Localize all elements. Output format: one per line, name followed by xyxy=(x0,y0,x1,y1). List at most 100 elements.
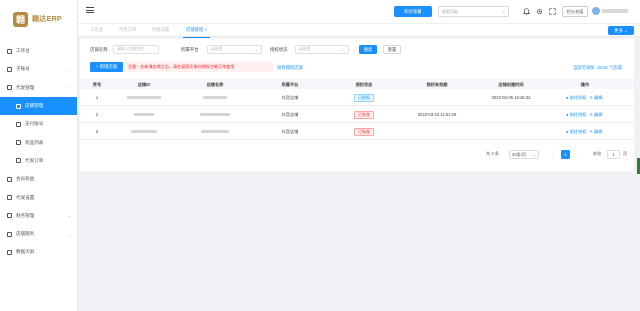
row-actions: ● 前往授权 ✎ 编辑 xyxy=(566,95,603,101)
gear-icon[interactable] xyxy=(535,7,543,15)
shop-name-redacted xyxy=(200,113,230,116)
reset-button[interactable]: 重置 xyxy=(383,45,401,54)
chevron-icon: ⌃ xyxy=(67,85,71,91)
account-button[interactable]: 积分充值 xyxy=(562,6,588,17)
desktop-icon xyxy=(7,48,12,54)
chevron-down-icon: ⌄ xyxy=(532,152,536,157)
sidebar-item-4[interactable]: 支付账号 xyxy=(0,115,77,133)
search-icon: ⌕ xyxy=(502,9,505,14)
sidebar-item-1[interactable]: 子账号 ⌄ xyxy=(0,60,77,78)
tab-label: 店铺管理 xyxy=(186,27,204,32)
menu-toggle-icon[interactable] xyxy=(86,7,94,13)
function-search-input[interactable]: 搜索功能 ⌕ xyxy=(438,6,509,17)
username[interactable] xyxy=(602,9,628,13)
auth-status-label: 授权状态 xyxy=(270,47,288,52)
page-1-button[interactable]: 1 xyxy=(561,150,570,159)
status-badge: 已失效 xyxy=(354,127,374,136)
auth-status-select[interactable]: 请选择 ⌄ xyxy=(295,45,349,54)
sidebar-item-label: 代发设置 xyxy=(16,194,35,200)
shop-name-input[interactable]: 请输入店铺名称 xyxy=(113,45,159,54)
search-placeholder: 搜索功能 xyxy=(442,8,458,14)
sidebar-item-8[interactable]: 代发设置 xyxy=(0,188,77,206)
status-badge: 已失效 xyxy=(354,110,374,119)
shop-icon xyxy=(16,103,21,109)
add-shop-button[interactable]: + 新增店铺 xyxy=(90,62,123,72)
shop-name-redacted xyxy=(201,130,229,133)
row-actions: ● 前往授权 ✎ 编辑 xyxy=(566,129,603,135)
chevron-down-icon: ⌄ xyxy=(624,27,628,33)
col-platform: 所属平台 xyxy=(281,82,299,87)
cell-expiry: 2022-03-23 11:51:29 xyxy=(417,112,457,117)
tab-dropship-orders[interactable]: 代发订单 xyxy=(119,27,136,33)
shop-id-redacted xyxy=(127,96,161,99)
sidebar-item-label: 工作台 xyxy=(16,48,30,54)
close-icon[interactable]: × xyxy=(204,27,207,32)
sidebar-item-7[interactable]: 会员权益 xyxy=(0,170,77,188)
page-size-value: 20条/页 xyxy=(512,151,527,157)
more-label: 更多 xyxy=(614,27,623,33)
bell-icon[interactable] xyxy=(522,7,530,15)
table-row: 2 抖音店铺 已失效 2022-03-23 11:51:29 ● 前往授权 ✎ 编辑 xyxy=(80,106,634,123)
cell-index: 1 xyxy=(95,95,99,100)
table-row: 3 抖音店铺 已失效 ● 前往授权 ✎ 编辑 xyxy=(80,123,634,140)
vip-icon xyxy=(7,176,12,182)
sidebar-item-5[interactable]: 商品列表 xyxy=(0,133,77,151)
sidebar-item-3[interactable]: 店铺管理 xyxy=(0,96,77,116)
auth-placeholder: 请选择 xyxy=(299,47,311,51)
page-unit: 页 xyxy=(623,151,628,156)
edit-link[interactable]: ✎ 编辑 xyxy=(589,129,602,135)
goto-page-input[interactable]: 1 xyxy=(607,150,620,159)
col-created-time: 店铺创建时间 xyxy=(498,82,524,87)
platform-select[interactable]: 请选择 ⌄ xyxy=(207,45,262,54)
avatar[interactable] xyxy=(592,7,600,15)
goods-icon xyxy=(16,140,21,146)
more-tabs-button[interactable]: 更多 ⌄ xyxy=(608,26,634,35)
tab-dropship-settings[interactable]: 代发设置 xyxy=(152,27,169,33)
shop-quota-link[interactable]: 当前可添加: 15/15 个店铺 xyxy=(573,65,622,71)
authorize-link[interactable]: ● 前往授权 xyxy=(566,95,586,101)
sidebar-item-label: 数据大屏 xyxy=(16,249,35,255)
fullscreen-icon[interactable] xyxy=(548,7,556,15)
sidebar-item-0[interactable]: 工作台 xyxy=(0,42,77,60)
chevron-down-icon: ⌄ xyxy=(341,48,345,52)
authorize-link[interactable]: ● 前往授权 xyxy=(566,129,586,135)
top-bar: 购买套餐 搜索功能 ⌕ 积分充值 xyxy=(78,0,640,23)
how-to-authorize-link[interactable]: 如何授权店铺 xyxy=(277,65,303,71)
chevron-icon: ⌄ xyxy=(67,213,71,219)
tab-shop-management[interactable]: 店铺管理 × xyxy=(183,27,210,38)
cell-index: 3 xyxy=(95,129,99,134)
logo-text: 翱达ERP xyxy=(32,16,62,23)
sidebar-item-11[interactable]: 数据大屏 xyxy=(0,243,77,261)
search-button[interactable]: 搜索 xyxy=(359,45,377,54)
order-icon xyxy=(16,158,21,164)
page-size-select[interactable]: 20条/页 ⌄ xyxy=(509,150,539,159)
sidebar-item-10[interactable]: 店铺服务 ⌄ xyxy=(0,225,77,243)
user-icon xyxy=(7,66,12,72)
edit-link[interactable]: ✎ 编辑 xyxy=(589,95,602,101)
finance-icon xyxy=(7,213,12,219)
sidebar-item-label: 商品列表 xyxy=(25,139,44,145)
prev-page-button[interactable]: ‹ xyxy=(548,150,557,159)
logo[interactable]: 翱 翱达ERP xyxy=(0,0,77,38)
sidebar-item-label: 支付账号 xyxy=(25,121,44,127)
col-index: 序号 xyxy=(92,82,102,87)
tab-bar: 工作台 代发订单 代发设置 店铺管理 × 更多 ⌄ xyxy=(78,23,640,38)
col-shop-id: 店铺ID xyxy=(137,82,151,87)
sidebar-item-6[interactable]: 代发订单 xyxy=(0,152,77,170)
screen-icon xyxy=(7,249,12,255)
table-header: 序号 店铺ID 店铺名称 所属平台 授权状态 授权有效期 店铺创建时间 操作 xyxy=(80,79,634,89)
table-row: 1 抖音店铺 已授权 2023-02-05 16:46:32 ● 前往授权 ✎ 编辑 xyxy=(80,89,634,106)
authorize-link[interactable]: ● 前往授权 xyxy=(566,112,586,118)
tab-workbench[interactable]: 工作台 xyxy=(90,27,103,33)
sidebar-item-9[interactable]: 财务管理 ⌄ xyxy=(0,207,77,225)
chevron-icon: ⌄ xyxy=(67,66,71,72)
edit-link[interactable]: ✎ 编辑 xyxy=(589,112,602,118)
cell-platform: 抖音店铺 xyxy=(281,112,299,117)
sidebar-item-2[interactable]: 代发管理 ⌃ xyxy=(0,79,77,97)
buy-package-button[interactable]: 购买套餐 xyxy=(394,6,432,17)
col-shop-name: 店铺名称 xyxy=(206,82,224,87)
sidebar-item-label: 店铺管理 xyxy=(25,103,44,109)
cell-platform: 抖音店铺 xyxy=(281,129,299,134)
next-page-button[interactable]: › xyxy=(574,150,583,159)
cell-platform: 抖音店铺 xyxy=(281,95,299,100)
